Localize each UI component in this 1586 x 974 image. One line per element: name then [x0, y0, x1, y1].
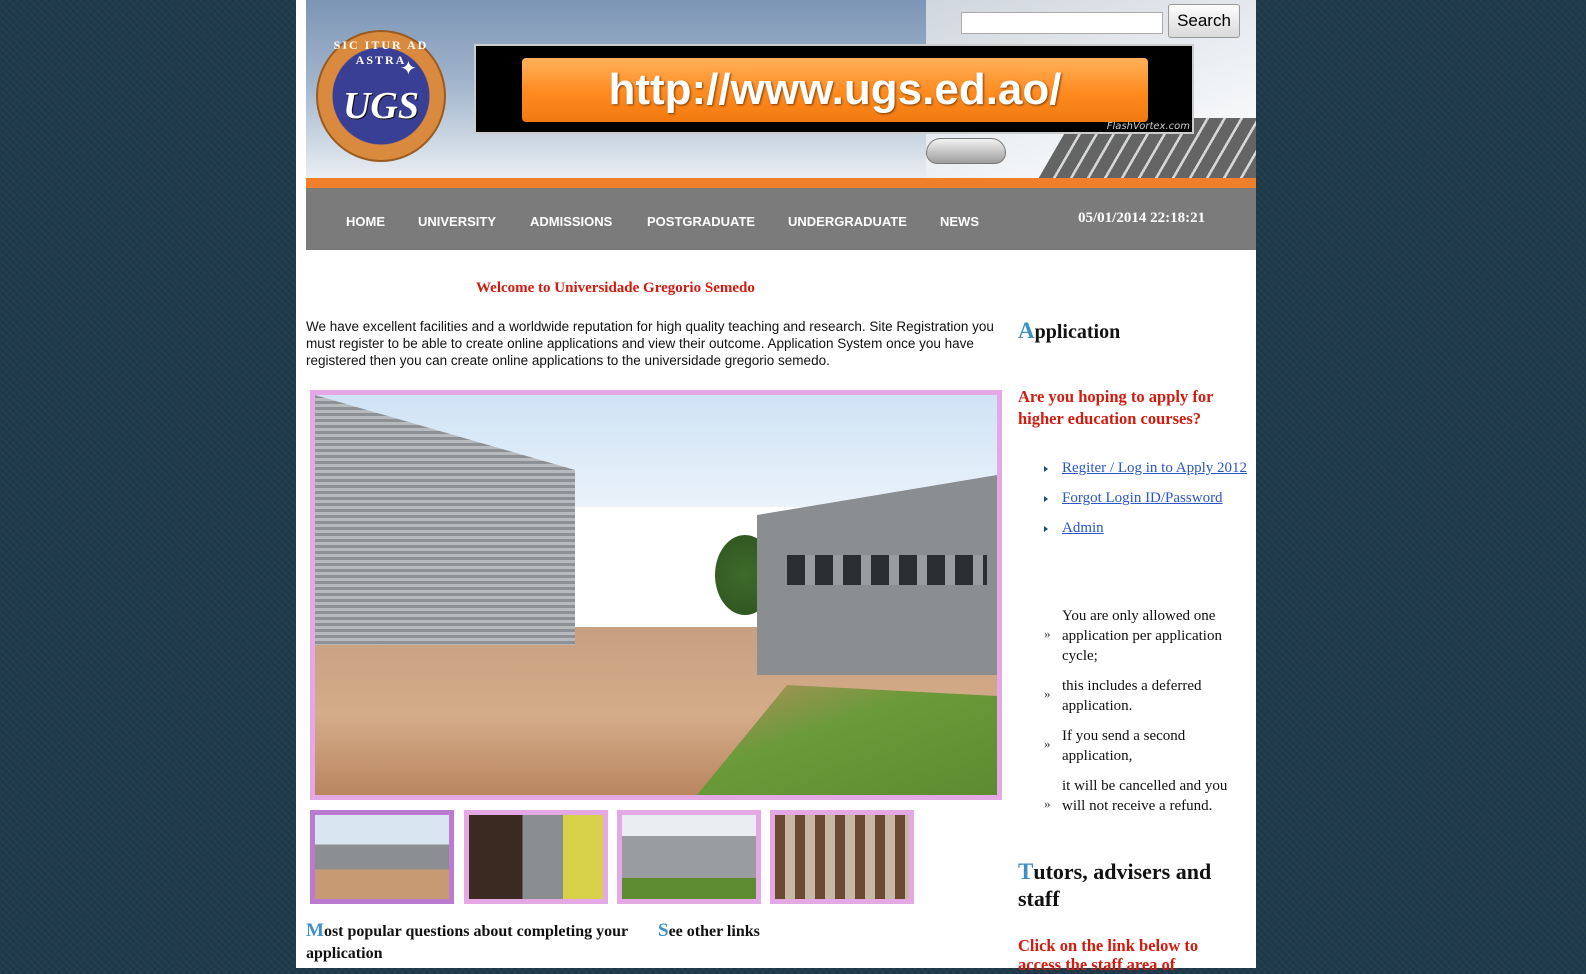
forgot-login-link[interactable]: Forgot Login ID/Password [1062, 490, 1223, 506]
rule-text: You are only allowed one application per… [1062, 608, 1222, 664]
welcome-heading: Welcome to Universidade Gregorio Semedo [476, 280, 755, 296]
tutors-heading: Tutors, advisers and staff [1018, 858, 1242, 912]
application-rules: » You are only allowed one application p… [1044, 606, 1248, 826]
admin-link[interactable]: Admin [1062, 520, 1104, 536]
thumbnail-building-exterior[interactable] [617, 810, 761, 904]
thumbnail-computer-lab[interactable] [464, 810, 608, 904]
thumbnail-classroom[interactable] [770, 810, 914, 904]
other-links-heading-initial: S [658, 920, 669, 941]
banner-credit: FlashVortex.com [1106, 121, 1190, 132]
intro-paragraph: We have excellent facilities and a world… [306, 319, 994, 368]
list-item: » You are only allowed one application p… [1044, 606, 1248, 666]
double-chevron-icon: » [1044, 686, 1051, 701]
application-heading-initial: A [1018, 318, 1035, 343]
rule-text: this includes a deferred application. [1062, 678, 1202, 714]
nav-item-admissions[interactable]: ADMISSIONS [530, 214, 612, 229]
double-chevron-icon: » [1044, 796, 1051, 811]
bullet-arrow-icon [1044, 466, 1048, 472]
list-item: » this includes a deferred application. [1044, 676, 1248, 716]
thumbnail-campus-courtyard[interactable] [310, 810, 454, 904]
bullet-arrow-icon [1044, 526, 1048, 532]
list-item: Regiter / Log in to Apply 2012 [1044, 458, 1248, 478]
register-login-link[interactable]: Regiter / Log in to Apply 2012 [1062, 460, 1247, 476]
staff-area-prompt: Click on the link below to access the st… [1018, 936, 1199, 974]
double-chevron-icon: » [1044, 736, 1051, 751]
rule-text: it will be cancelled and you will not re… [1062, 778, 1228, 814]
photo-lawn [697, 685, 997, 795]
tutors-heading-rest: utors, advisers and staff [1018, 859, 1212, 911]
list-item: Forgot Login ID/Password [1044, 488, 1248, 508]
nav-item-postgraduate[interactable]: POSTGRADUATE [647, 214, 755, 229]
university-logo[interactable]: SIC ITUR AD ASTRA ✦ UGS [316, 30, 446, 162]
application-heading-rest: pplication [1034, 321, 1121, 343]
computer-mouse-graphic [926, 138, 1006, 164]
tutors-heading-initial: T [1018, 859, 1034, 884]
other-links-heading: See other links [658, 920, 760, 942]
star-icon: ✦ [400, 58, 417, 80]
application-links: Regiter / Log in to Apply 2012 Forgot Lo… [1044, 458, 1248, 548]
photo-thumbnails [310, 810, 950, 906]
application-question: Are you hoping to apply for higher educa… [1018, 387, 1214, 428]
search-input[interactable] [961, 12, 1163, 34]
faq-heading-initial: M [306, 920, 324, 941]
main-navigation: HOME UNIVERSITY ADMISSIONS POSTGRADUATE … [306, 188, 1256, 250]
nav-item-undergraduate[interactable]: UNDERGRADUATE [788, 214, 907, 229]
search-button[interactable]: Search [1168, 4, 1240, 38]
accent-divider [306, 178, 1256, 188]
site-header: SIC ITUR AD ASTRA ✦ UGS http://www.ugs.e… [306, 0, 1256, 178]
bullet-arrow-icon [1044, 496, 1048, 502]
page: SIC ITUR AD ASTRA ✦ UGS http://www.ugs.e… [296, 0, 1256, 974]
faq-heading: Most popular questions about completing … [306, 920, 636, 965]
logo-monogram: UGS [342, 85, 420, 127]
double-chevron-icon: » [1044, 626, 1051, 641]
nav-item-news[interactable]: NEWS [940, 214, 979, 229]
campus-main-photo [310, 390, 1002, 800]
flash-banner[interactable]: http://www.ugs.ed.ao/ FlashVortex.com [474, 44, 1194, 134]
banner-url: http://www.ugs.ed.ao/ [522, 58, 1148, 122]
current-datetime: 05/01/2014 22:18:21 [1078, 210, 1206, 226]
nav-item-home[interactable]: HOME [346, 214, 385, 229]
list-item: » it will be cancelled and you will not … [1044, 776, 1248, 816]
other-links-heading-rest: ee other links [668, 923, 760, 940]
rule-text: If you send a second application, [1062, 728, 1186, 764]
photo-building-right [757, 475, 997, 675]
nav-item-university[interactable]: UNIVERSITY [418, 214, 496, 229]
list-item: » If you send a second application, [1044, 726, 1248, 766]
photo-building-left [315, 395, 575, 645]
faq-heading-rest: ost popular questions about completing y… [306, 923, 628, 962]
application-heading: Application [1018, 318, 1120, 344]
logo-motto: SIC ITUR AD ASTRA [333, 38, 429, 67]
list-item: Admin [1044, 518, 1248, 538]
